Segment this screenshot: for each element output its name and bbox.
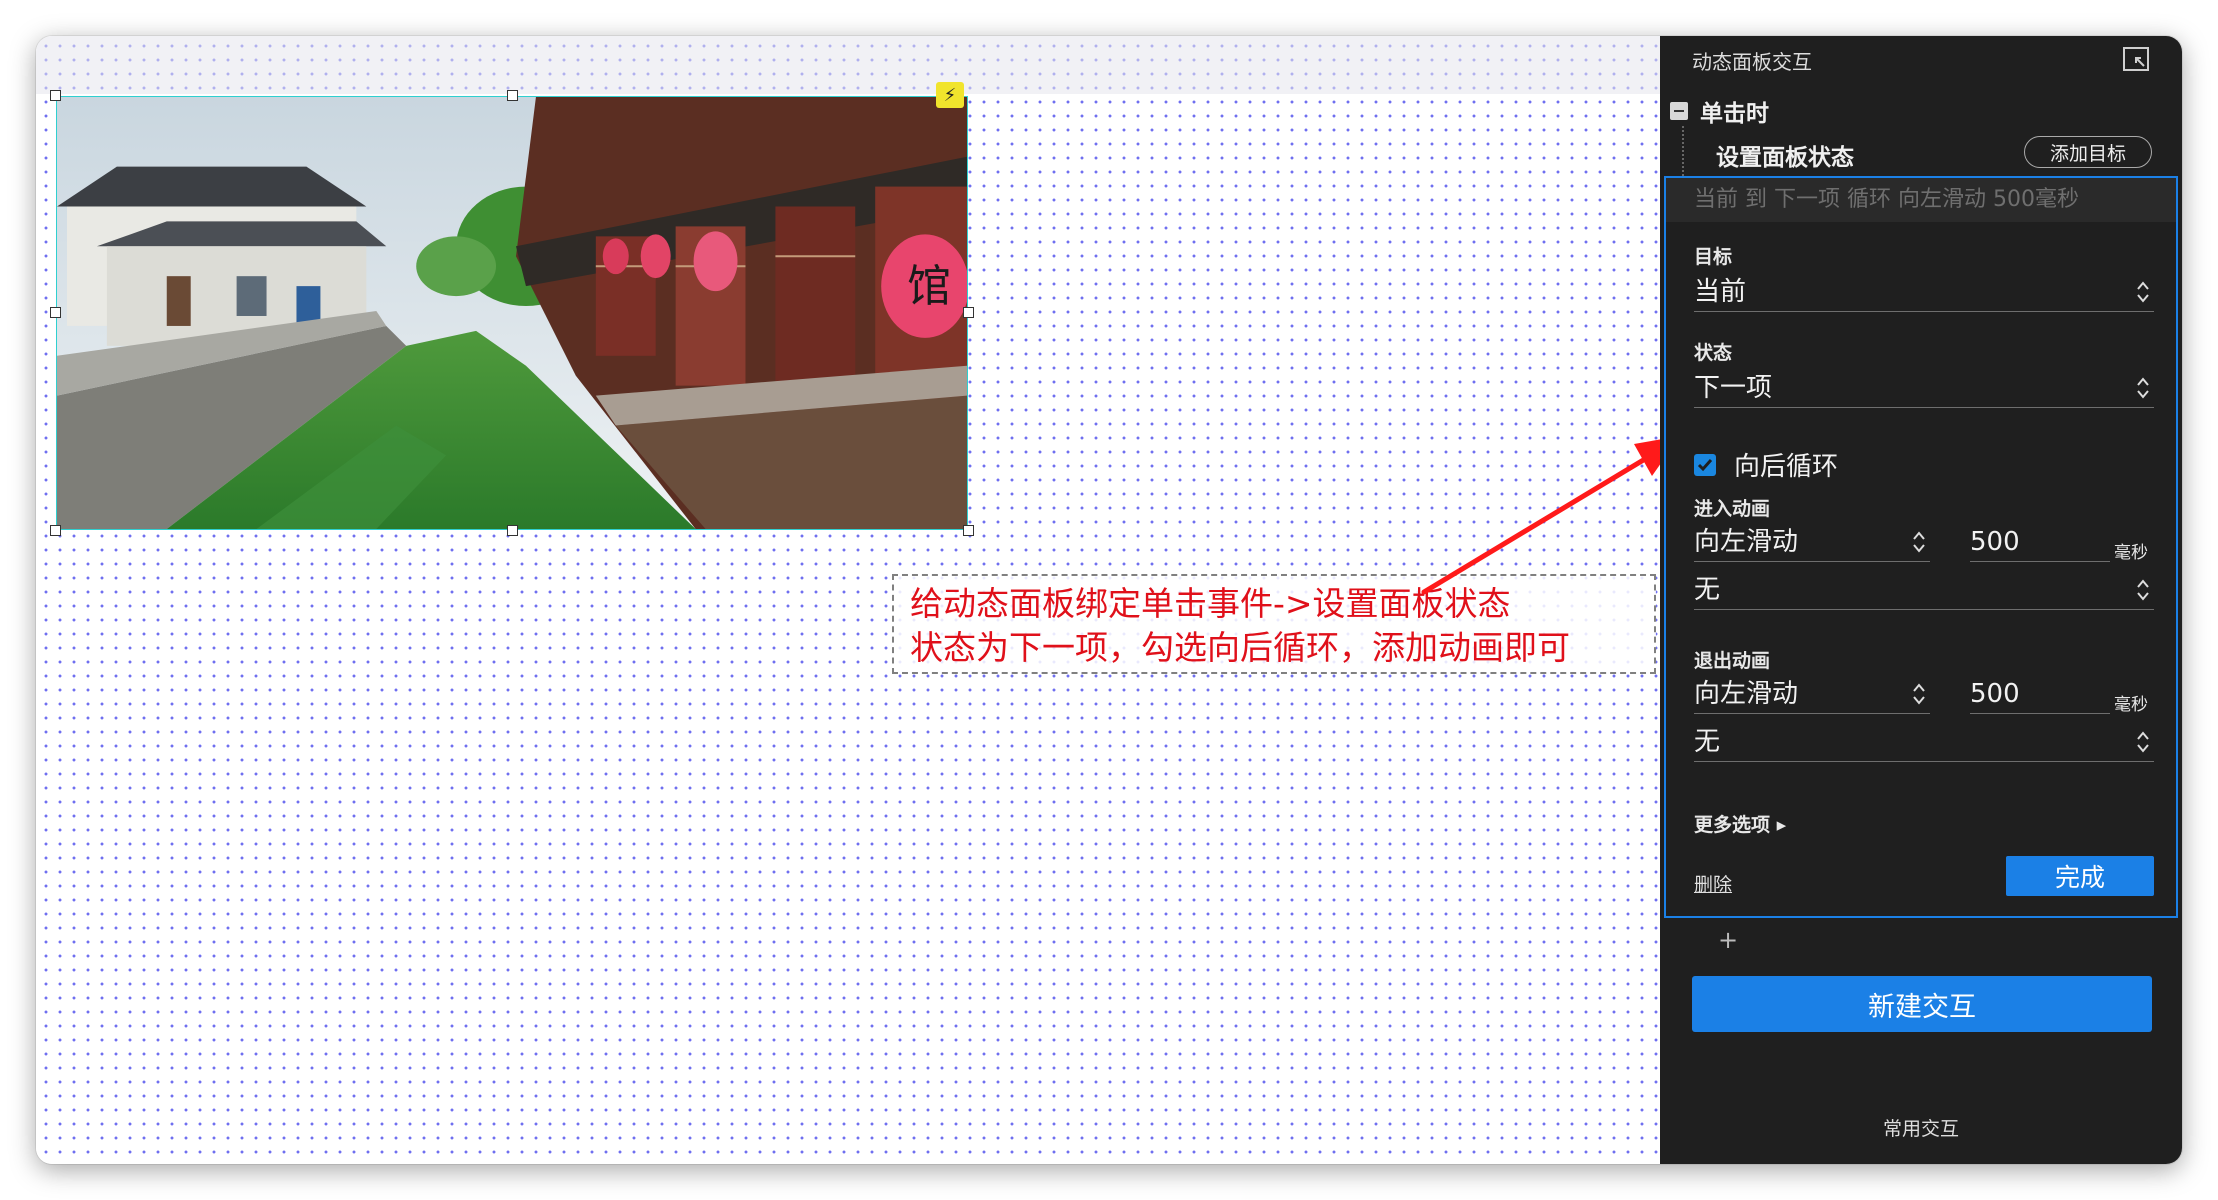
red-arrow-icon: [1421, 436, 1680, 595]
chevron-updown-icon: [2137, 731, 2149, 753]
enter-duration-input[interactable]: 500: [1970, 522, 2110, 562]
enter-easing-select[interactable]: 无: [1694, 570, 2154, 610]
resize-handle-right[interactable]: [963, 307, 974, 318]
enter-animation-select[interactable]: 向左滑动: [1694, 522, 1930, 562]
app-window: 馆 ⚡ 给动态面板绑定单击事件->设置面板状态 状态为下一项，勾选向后循环，添加…: [36, 36, 2182, 1164]
loop-checkbox-row[interactable]: 向后循环: [1694, 446, 1838, 483]
exit-animation-label: 退出动画: [1694, 650, 1771, 672]
enter-animation-type: 向左滑动: [1694, 527, 1799, 557]
target-select[interactable]: 当前: [1694, 272, 2154, 312]
panel-title: 动态面板交互: [1692, 50, 1812, 74]
state-label: 状态: [1694, 342, 1733, 364]
collapse-icon[interactable]: [1670, 102, 1688, 120]
dynamic-panel-widget[interactable]: 馆: [50, 90, 974, 536]
enter-duration-unit: 毫秒: [2114, 543, 2148, 563]
action-label[interactable]: 设置面板状态: [1716, 138, 1854, 172]
enter-animation-label: 进入动画: [1694, 498, 1771, 520]
resize-handle-bottom-left[interactable]: [50, 525, 61, 536]
exit-easing-select[interactable]: 无: [1694, 722, 2154, 762]
delete-link[interactable]: 删除: [1694, 870, 1732, 897]
new-interaction-button[interactable]: 新建交互: [1692, 976, 2152, 1032]
exit-duration-input[interactable]: 500: [1970, 674, 2110, 714]
annotation-line-2: 状态为下一项，勾选向后循环，添加动画即可: [910, 628, 1570, 667]
resize-handle-left[interactable]: [50, 307, 61, 318]
state-select[interactable]: 下一项: [1694, 368, 2154, 408]
tree-connector: [1682, 126, 1684, 176]
chevron-updown-icon: [1913, 683, 1925, 705]
check-icon: [1697, 458, 1713, 471]
add-action-icon[interactable]: +: [1718, 926, 1738, 954]
exit-animation-select[interactable]: 向左滑动: [1694, 674, 1930, 714]
event-label: 单击时: [1700, 101, 1769, 127]
exit-duration-unit: 毫秒: [2114, 695, 2148, 715]
canvas-top-band: [36, 36, 1660, 94]
lightning-icon[interactable]: ⚡: [936, 82, 964, 108]
target-label: 目标: [1694, 246, 1733, 268]
event-row[interactable]: 单击时: [1670, 94, 1769, 128]
common-interactions-link[interactable]: 常用交互: [1660, 1114, 2182, 1141]
more-options-toggle[interactable]: 更多选项 ▸: [1694, 810, 1786, 837]
dock-panel-icon[interactable]: [2122, 46, 2150, 72]
chevron-updown-icon: [2137, 377, 2149, 399]
loop-label: 向后循环: [1734, 452, 1839, 482]
state-value: 下一项: [1694, 373, 1773, 403]
resize-handle-bottom[interactable]: [507, 525, 518, 536]
canal-town-photo: 馆: [57, 97, 967, 529]
add-target-button[interactable]: 添加目标: [2024, 136, 2152, 168]
exit-easing-value: 无: [1694, 727, 1721, 757]
resize-handle-top-left[interactable]: [50, 90, 61, 101]
target-value: 当前: [1694, 277, 1747, 307]
chevron-updown-icon: [1913, 531, 1925, 553]
resize-handle-top[interactable]: [507, 90, 518, 101]
action-summary: 当前 到 下一项 循环 向左滑动 500毫秒: [1666, 178, 2176, 222]
enter-easing-value: 无: [1694, 575, 1721, 605]
resize-handle-bottom-right[interactable]: [963, 525, 974, 536]
chevron-updown-icon: [2137, 579, 2149, 601]
interaction-panel: 动态面板交互 单击时 设置面板状态 添加目标 当前 到 下一项 循环 向左滑动 …: [1660, 36, 2182, 1164]
photo-illustration: 馆: [57, 97, 967, 529]
exit-animation-type: 向左滑动: [1694, 679, 1799, 709]
action-editor: 当前 到 下一项 循环 向左滑动 500毫秒 目标 当前 状态 下一项 向后循环…: [1664, 176, 2178, 918]
loop-checkbox[interactable]: [1694, 453, 1716, 476]
lantern-text: 馆: [907, 261, 951, 312]
done-button[interactable]: 完成: [2006, 856, 2154, 896]
chevron-updown-icon: [2137, 281, 2149, 303]
